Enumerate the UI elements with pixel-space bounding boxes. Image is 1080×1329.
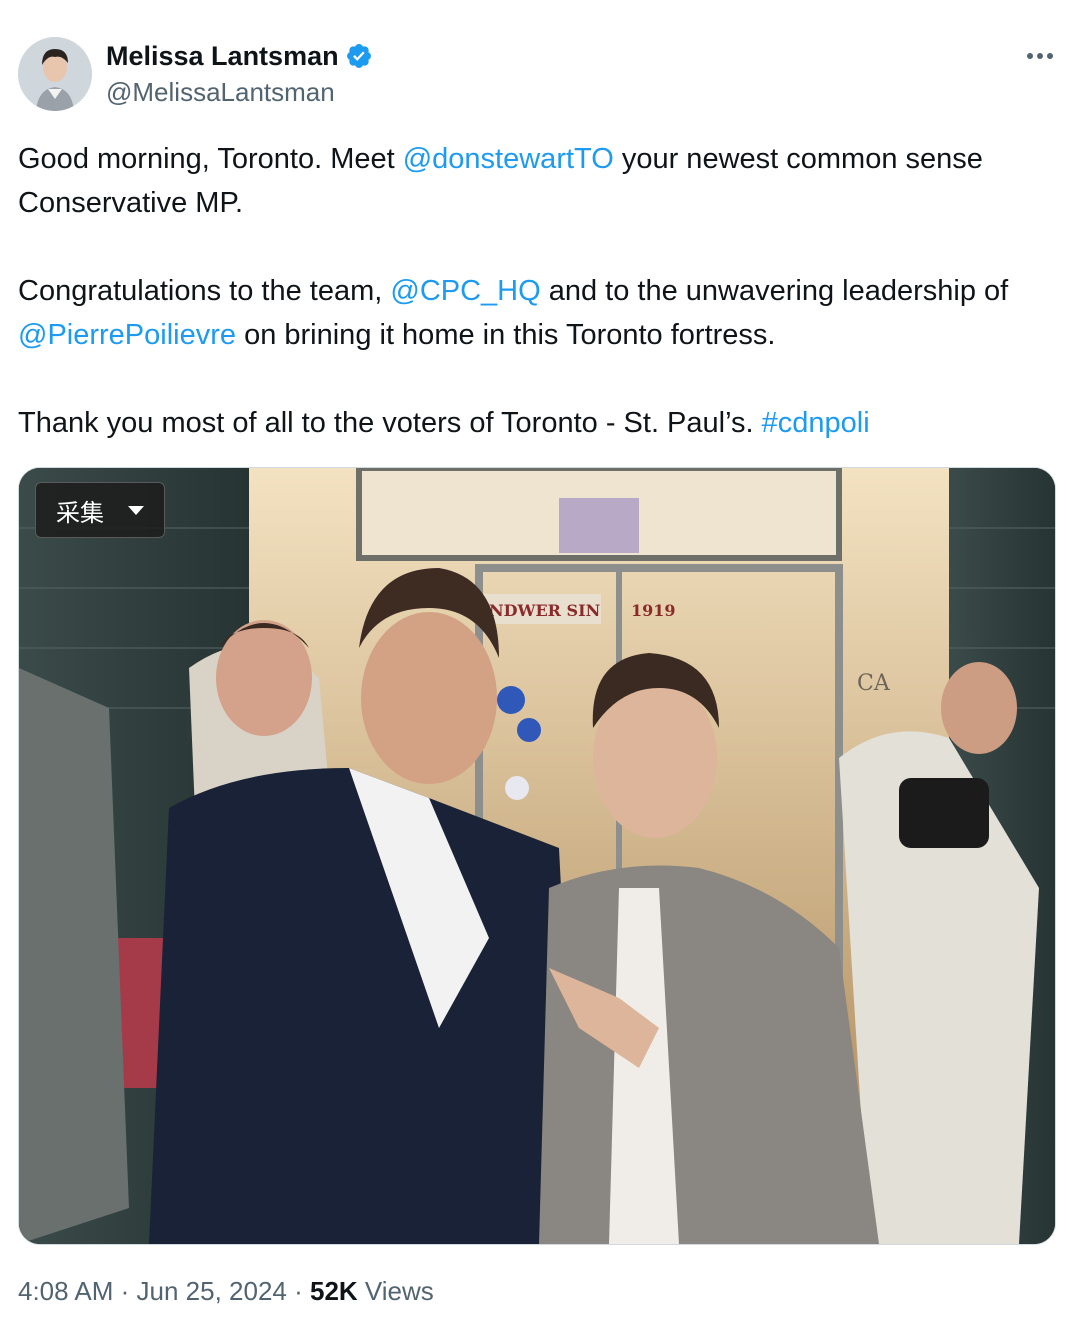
text-segment: Thank you most of all to the voters of T… (18, 407, 762, 439)
views-label: Views (357, 1276, 434, 1306)
dropdown-caret-icon (128, 505, 144, 515)
mention-pierrepoilievre[interactable]: @PierrePoilievre (18, 319, 236, 351)
store-sign-year: 1919 (631, 601, 676, 620)
text-segment: Good morning, Toronto. Meet (18, 143, 403, 175)
separator: · (286, 1276, 310, 1306)
collect-button[interactable]: 采集 (35, 482, 165, 538)
verified-badge-icon (346, 44, 371, 68)
tweet-meta: 4:08 AM · Jun 25, 2024 · 52K Views (18, 1276, 434, 1307)
collect-label: 采集 (56, 499, 104, 527)
store-sign-text: NDWER SIN (489, 601, 600, 620)
tweet-photo[interactable]: NDWER SIN 1919 CA 采集 (18, 467, 1056, 1245)
more-options-icon[interactable] (1018, 41, 1062, 71)
display-name[interactable]: Melissa Lantsman (106, 41, 339, 72)
tweet-date[interactable]: Jun 25, 2024 (137, 1276, 287, 1306)
mention-donstewartto[interactable]: @donstewartTO (403, 143, 614, 175)
tweet-paragraph-3: Thank you most of all to the voters of T… (18, 401, 1058, 445)
author-names: Melissa Lantsman @MelissaLantsman (106, 39, 373, 108)
text-segment: on brining it home in this Toronto fortr… (236, 319, 776, 351)
views-count: 52K (309, 1276, 358, 1306)
tweet-text: Good morning, Toronto. Meet @donstewartT… (18, 137, 1058, 445)
tweet-paragraph-2: Congratulations to the team, @CPC_HQ and… (18, 269, 1058, 357)
text-segment: and to the unwavering leadership of (540, 275, 1009, 307)
separator: · (113, 1276, 137, 1306)
photo-illustration: NDWER SIN 1919 CA (19, 468, 1055, 1244)
text-segment: Congratulations to the team, (18, 275, 391, 307)
tweet-header: Melissa Lantsman @MelissaLantsman (18, 37, 1062, 111)
avatar[interactable] (18, 37, 92, 111)
hashtag-cdnpoli[interactable]: #cdnpoli (762, 407, 870, 439)
mention-cpc-hq[interactable]: @CPC_HQ (390, 275, 540, 307)
side-sign-text: CA (857, 671, 891, 696)
author-handle[interactable]: @MelissaLantsman (106, 77, 373, 108)
tweet-paragraph-1: Good morning, Toronto. Meet @donstewartT… (18, 137, 1058, 225)
tweet-time[interactable]: 4:08 AM (18, 1276, 113, 1306)
